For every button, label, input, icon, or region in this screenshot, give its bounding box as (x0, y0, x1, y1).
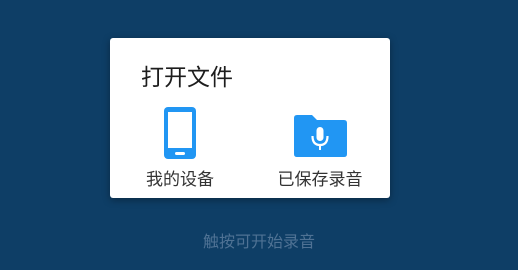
open-file-dialog: 打开文件 我的设备 已保存录音 (110, 38, 390, 198)
saved-recordings-label: 已保存录音 (277, 170, 363, 190)
saved-recordings-option[interactable]: 已保存录音 (255, 106, 385, 194)
my-device-label: 我的设备 (146, 170, 214, 190)
my-device-option[interactable]: 我的设备 (115, 106, 245, 194)
tap-to-record-hint[interactable]: 触按可开始录音 (0, 230, 518, 254)
phone-icon (115, 106, 245, 164)
folder-mic-icon (255, 106, 385, 164)
dialog-title: 打开文件 (141, 65, 233, 91)
